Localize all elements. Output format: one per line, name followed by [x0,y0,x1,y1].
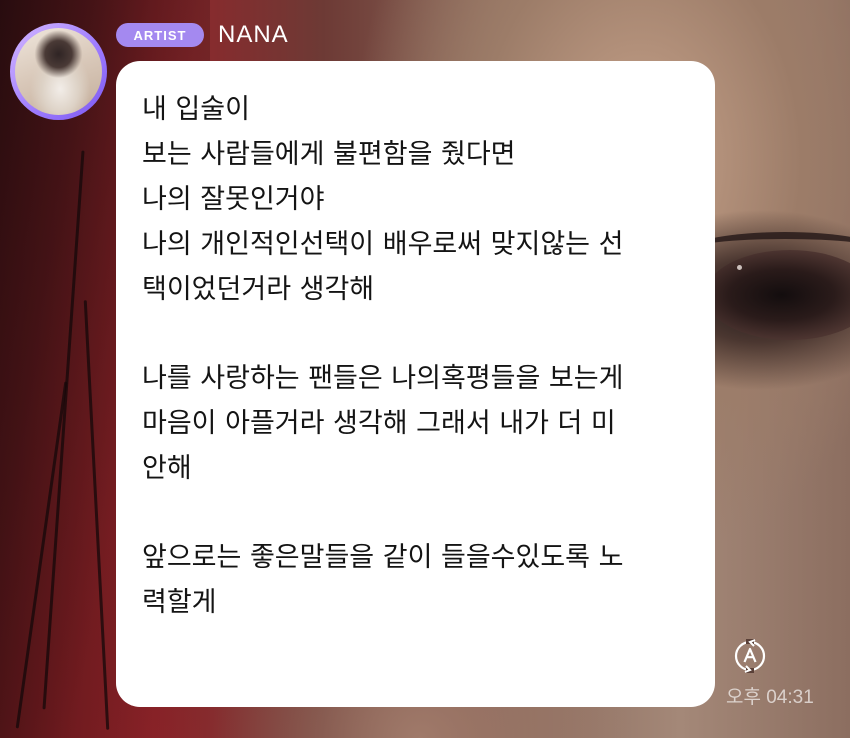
message-bubble[interactable]: 내 입술이보는 사람들에게 불편함을 줬다면나의 잘못인거야나의 개인적인선택이… [116,61,715,707]
message-line: 나의 잘못인거야 [142,184,325,215]
message-line: 안해 [142,453,192,484]
message-text: 내 입술이보는 사람들에게 불편함을 줬다면나의 잘못인거야나의 개인적인선택이… [142,87,695,625]
translate-icon-graphic [734,639,766,673]
artist-badge: ARTIST [116,23,204,47]
message-timestamp: 오후 04:31 [726,687,814,708]
message-line: 나의 개인적인선택이 배우로써 맞지않는 선 [142,229,624,260]
message-line: 내 입술이 [142,94,250,125]
message-line: 택이었던거라 생각해 [142,274,375,305]
avatar[interactable] [10,23,107,120]
sender-name[interactable]: NANA [218,20,289,50]
message-paragraph-gap [142,312,695,356]
avatar-image [15,28,102,115]
message-line: 나를 사랑하는 팬들은 나의혹평들을 보는게 [142,363,624,394]
message-line: 앞으로는 좋은말들을 같이 들을수있도록 노 [142,542,624,573]
background-eye-glint [737,265,742,270]
message-line: 보는 사람들에게 불편함을 줬다면 [142,139,516,170]
message-line: 마음이 아플거라 생각해 그래서 내가 더 미 [142,408,616,439]
auto-translate-icon[interactable] [733,639,767,673]
message-line: 력할게 [142,587,217,618]
message-paragraph-gap [142,491,695,535]
